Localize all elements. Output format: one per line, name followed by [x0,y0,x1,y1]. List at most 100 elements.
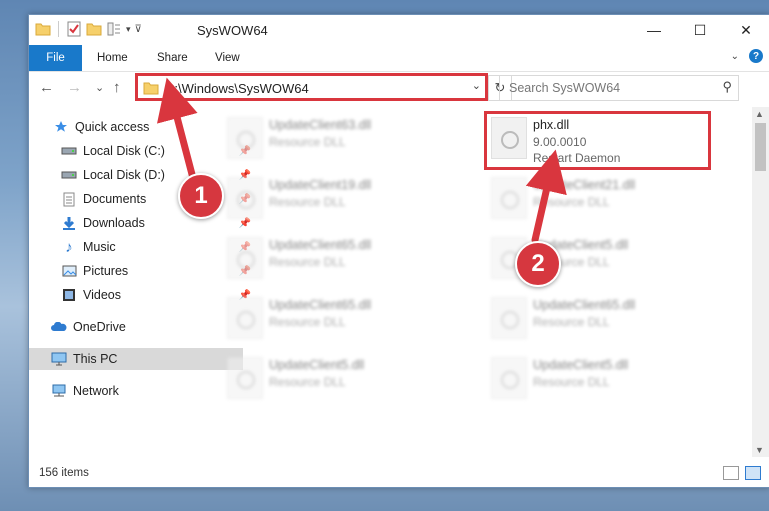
dll-file-icon [227,237,263,279]
file-name: UpdateClient63.dll [269,118,372,132]
sidebar-item-videos[interactable]: Videos 📌 [29,284,253,306]
list-item[interactable]: UpdateClient5.dll Resource DLL [487,353,717,403]
sidebar-item-label: Local Disk (C:) [83,144,165,158]
dll-file-icon [491,177,527,219]
list-item[interactable]: UpdateClient65.dll Resource DLL [223,233,453,283]
dll-file-icon [491,357,527,399]
star-icon [53,119,69,135]
status-bar: 156 items [29,459,769,487]
file-type: Resource DLL [269,315,346,329]
scroll-up-icon[interactable]: ▲ [755,109,764,119]
network-icon [51,383,67,399]
sidebar-item-local-disk-c[interactable]: Local Disk (C:) 📌 [29,140,253,162]
new-folder-icon[interactable] [86,22,102,36]
minimize-button[interactable]: — [631,15,677,45]
folder-icon [35,23,51,36]
toolbar-divider [58,21,59,37]
file-type: Resource DLL [533,315,610,329]
list-item[interactable]: UpdateClient65.dll Resource DLL [223,293,453,343]
close-button[interactable]: ✕ [723,15,769,45]
sidebar-item-onedrive[interactable]: OneDrive [29,316,243,338]
file-type: Resource DLL [269,255,346,269]
sidebar-item-label: This PC [73,352,118,366]
computer-icon [51,351,67,367]
sidebar-item-label: Documents [83,192,147,206]
scroll-down-icon[interactable]: ▼ [755,445,764,455]
file-name: UpdateClient5.dll [269,358,365,372]
file-type: Resource DLL [533,195,610,209]
list-item[interactable]: UpdateClient65.dll Resource DLL [487,293,717,343]
help-icon[interactable]: ? [749,49,763,63]
up-button[interactable]: ↑ [113,79,121,96]
tiles-view-icon[interactable] [745,466,761,480]
file-type: Resource DLL [269,195,346,209]
videos-icon [61,287,77,303]
maximize-button[interactable]: ☐ [677,15,723,45]
address-highlight [135,73,488,101]
dll-file-icon [227,117,263,159]
drive-icon [61,167,77,183]
qa-dropdown-icon[interactable]: ▾ [126,24,131,35]
search-box[interactable]: Search SysWOW64 ⚲ [499,75,739,101]
search-icon: ⚲ [722,79,732,94]
sidebar-item-label: Local Disk (D:) [83,168,165,182]
download-icon [61,215,77,231]
recent-locations-button[interactable]: ⌄ [95,81,104,94]
sidebar-item-label: Pictures [83,264,129,278]
list-item[interactable]: UpdateClient21.dll Resource DLL [487,173,717,223]
tab-home[interactable]: Home [97,45,128,71]
list-item[interactable]: UpdateClient5.dll Resource DLL [223,353,453,403]
sidebar-item-pictures[interactable]: Pictures 📌 [29,260,253,282]
sidebar-item-quick-access[interactable]: Quick access [29,116,245,138]
quick-access-toolbar: ▾ ⊽ [35,21,142,37]
pictures-icon [61,263,77,279]
tab-file[interactable]: File [29,45,82,71]
sidebar-item-this-pc[interactable]: This PC [29,348,243,370]
tab-share[interactable]: Share [157,45,188,71]
qa-customize-icon[interactable]: ⊽ [135,24,142,35]
sidebar-item-network[interactable]: Network [29,380,243,402]
properties-icon[interactable] [66,21,82,37]
sidebar-item-label: Network [73,384,119,398]
file-name: UpdateClient19.dll [269,178,372,192]
navigation-pane: Quick access Local Disk (C:) 📌 Local Dis… [29,107,251,457]
documents-icon [61,191,77,207]
window-title: SysWOW64 [197,23,268,38]
list-item[interactable]: UpdateClient63.dll Resource DLL [223,113,453,163]
search-input[interactable]: Search SysWOW64 [509,81,620,95]
sidebar-item-label: Videos [83,288,121,302]
title-bar: ▾ ⊽ SysWOW64 — ☐ ✕ [29,15,769,45]
file-type: Resource DLL [269,375,346,389]
sidebar-item-music[interactable]: ♪ Music 📌 [29,236,253,258]
file-type: Resource DLL [269,135,346,149]
sidebar-item-label: Downloads [83,216,145,230]
file-name: UpdateClient65.dll [269,298,372,312]
file-name: UpdateClient65.dll [269,238,372,252]
vertical-scrollbar[interactable]: ▲ ▼ [752,107,769,457]
cloud-icon [51,319,67,335]
step-2-badge: 2 [515,241,561,287]
back-button[interactable]: ← [39,79,54,96]
file-name: UpdateClient21.dll [533,178,636,192]
list-item[interactable]: UpdateClient19.dll Resource DLL [223,173,453,223]
expand-ribbon-icon[interactable]: ⌄ [731,51,739,62]
ribbon-right: ⌄ ? [731,49,763,63]
scrollbar-thumb[interactable] [755,123,766,171]
step-1-badge: 1 [178,173,224,219]
music-icon: ♪ [65,238,73,256]
dll-file-icon [227,357,263,399]
details-view-icon[interactable] [723,466,739,480]
file-type: Resource DLL [533,375,610,389]
window-controls: — ☐ ✕ [631,15,769,45]
file-name: UpdateClient5.dll [533,358,629,372]
drive-icon [61,143,77,159]
file-name: UpdateClient65.dll [533,298,636,312]
sidebar-item-label: Quick access [75,120,150,134]
customize-view-icon[interactable] [106,21,122,37]
dll-file-icon [227,297,263,339]
ribbon: File Home Share View ⌄ ? [29,45,769,72]
sidebar-item-downloads[interactable]: Downloads 📌 [29,212,253,234]
item-count: 156 items [39,467,89,479]
tab-view[interactable]: View [215,45,240,71]
forward-button[interactable]: → [67,79,82,96]
